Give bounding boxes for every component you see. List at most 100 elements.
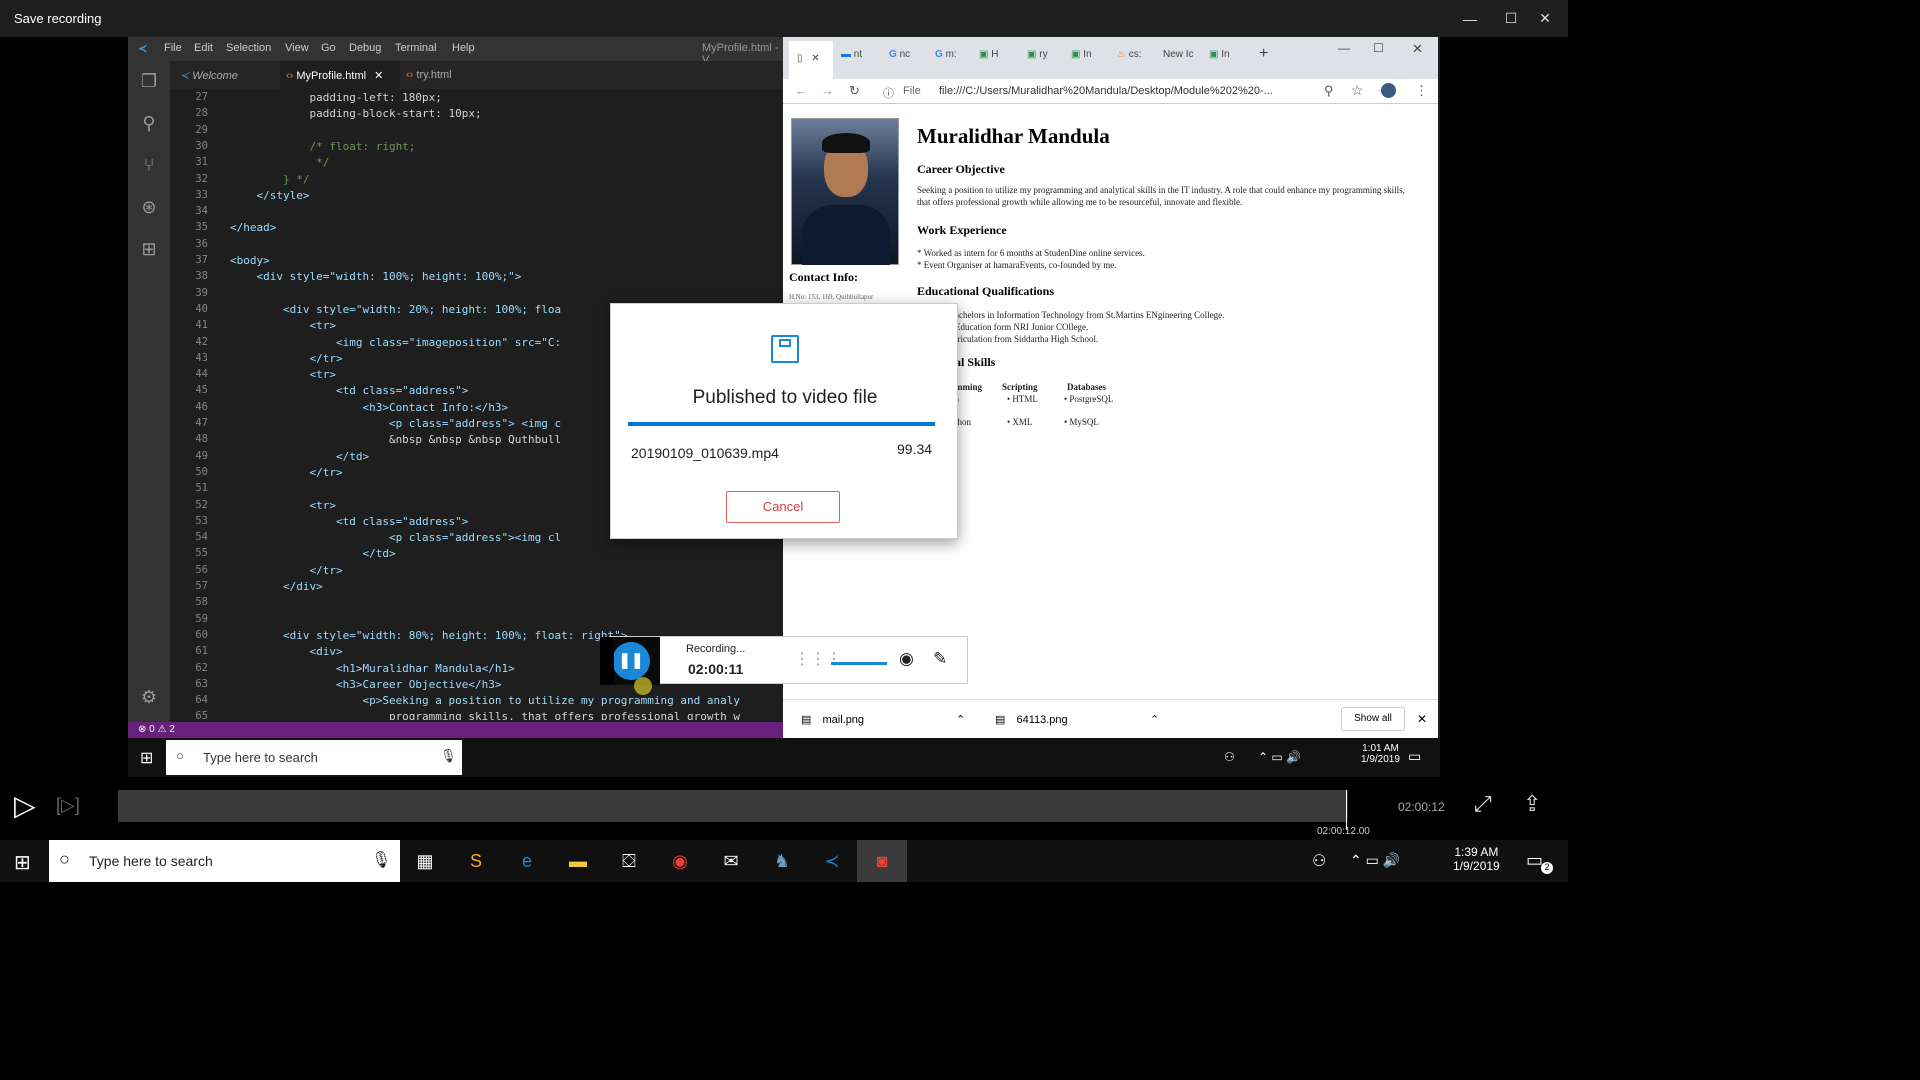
tab-active[interactable]: ▯ ✕ [789, 41, 833, 79]
code-line[interactable]: <tr> [230, 319, 336, 332]
chevron-up-icon[interactable]: ⌃ [1150, 713, 1159, 726]
windows-start-icon[interactable]: ⊞ [14, 850, 31, 875]
search-icon[interactable]: ⚲ [137, 113, 161, 137]
chrome-tab-1[interactable]: ▬ nt [841, 49, 862, 69]
sublime-icon[interactable]: S [451, 840, 501, 882]
code-line[interactable]: <p class="address"> <img c [230, 417, 561, 430]
taskbar-search[interactable]: ○ Type here to search 🎙 [49, 840, 400, 882]
code-line[interactable]: <div style="width: 20%; height: 100%; fl… [230, 303, 561, 316]
tab-myprofile[interactable]: ‹› MyProfile.html ✕ [280, 61, 400, 89]
chrome-tab-8[interactable]: New Ic [1163, 49, 1194, 69]
chrome-tab-6[interactable]: ▣ In [1071, 49, 1092, 69]
cancel-button[interactable]: Cancel [726, 491, 840, 523]
microphone-icon[interactable]: 🎙 [371, 850, 391, 870]
forward-icon[interactable]: → [821, 83, 834, 98]
people-icon[interactable]: ⚇ [1312, 851, 1326, 871]
vscode-icon[interactable]: ≺ [807, 840, 857, 882]
menu-go[interactable]: Go [321, 42, 336, 54]
close-button[interactable]: ✕ [1522, 0, 1568, 37]
chrome-tab-3[interactable]: G m: [935, 49, 957, 69]
code-line[interactable]: <tr> [230, 368, 336, 381]
microphone-icon[interactable]: 🎙 [440, 748, 457, 764]
chevron-up-icon[interactable]: ⌃ [956, 713, 965, 726]
code-line[interactable]: <h3>Career Objective</h3> [230, 678, 502, 691]
taskbar-search[interactable]: ○ Type here to search 🎙 [166, 740, 462, 775]
menu-edit[interactable]: Edit [194, 42, 213, 54]
next-frame-icon[interactable]: [▷] [56, 795, 80, 816]
file-explorer-icon[interactable]: ▬ [553, 840, 603, 882]
menu-help[interactable]: Help [452, 42, 475, 54]
mail-icon[interactable]: ✉ [706, 840, 756, 882]
code-line[interactable]: <div style="width: 100%; height: 100%;"> [230, 270, 521, 283]
code-line[interactable]: /* float: right; [230, 140, 415, 153]
explorer-icon[interactable]: ❐ [137, 71, 161, 95]
clock[interactable]: 1:39 AM 1/9/2019 [1453, 845, 1500, 873]
code-line[interactable]: <tr> [230, 499, 336, 512]
code-line[interactable]: padding-block-start: 10px; [230, 107, 481, 120]
close-icon[interactable]: ✕ [374, 70, 383, 82]
menu-debug[interactable]: Debug [349, 42, 381, 54]
code-line[interactable]: </td> [230, 547, 395, 560]
tray-icons[interactable]: ⌃ ▭ 🔊 [1350, 852, 1400, 869]
code-line[interactable]: <div style="width: 80%; height: 100%; fl… [230, 629, 627, 642]
code-line[interactable]: <h3>Contact Info:</h3> [230, 401, 508, 414]
maximize-button[interactable]: ☐ [1373, 41, 1384, 61]
debug-icon[interactable]: ⊛ [137, 197, 161, 221]
code-line[interactable]: <body> [230, 254, 270, 267]
task-view-icon[interactable]: ▦ [400, 840, 450, 882]
extensions-icon[interactable]: ⊞ [137, 239, 161, 263]
new-tab-button[interactable]: + [1259, 45, 1268, 65]
avatar[interactable] [1381, 83, 1396, 98]
code-line[interactable]: <div> [230, 645, 342, 658]
chrome-tab-7[interactable]: ♨ cs: [1117, 49, 1142, 69]
code-line[interactable]: </td> [230, 450, 369, 463]
code-line[interactable]: */ [230, 156, 329, 169]
code-line[interactable]: <p class="address"><img cl [230, 531, 561, 544]
menu-selection[interactable]: Selection [226, 42, 271, 54]
chrome-tab-5[interactable]: ▣ ry [1027, 49, 1048, 69]
screen-recorder-icon[interactable]: ◙ [857, 840, 907, 882]
show-all-button[interactable]: Show all [1341, 707, 1405, 731]
fullscreen-icon[interactable]: ⤢ [1474, 791, 1492, 817]
close-icon[interactable]: ✕ [1417, 712, 1427, 726]
menu-file[interactable]: File [164, 42, 182, 54]
code-line[interactable]: </tr> [230, 466, 342, 479]
code-line[interactable]: <h1>Muralidhar Mandula</h1> [230, 662, 515, 675]
play-icon[interactable]: ▷ [14, 789, 36, 822]
chrome-tab-2[interactable]: G nc [889, 49, 910, 69]
notification-icon[interactable]: ▭ [1408, 748, 1421, 765]
star-icon[interactable]: ☆ [1351, 82, 1364, 99]
back-icon[interactable]: ← [795, 83, 808, 98]
chrome-tab-4[interactable]: ▣ H [979, 49, 998, 69]
address-bar[interactable]: file:///C:/Users/Muralidhar%20Mandula/De… [933, 81, 1373, 102]
code-line[interactable]: <img class="imageposition" src="C: [230, 336, 561, 349]
source-control-icon[interactable]: ⑂ [137, 155, 161, 179]
pen-icon[interactable]: ✎ [933, 649, 947, 669]
code-line[interactable]: <p>Seeking a position to utilize my prog… [230, 694, 740, 707]
code-line[interactable]: </div> [230, 580, 323, 593]
scrub-bar[interactable] [118, 790, 1348, 822]
gear-icon[interactable]: ⚙ [137, 687, 161, 711]
tray-icons[interactable]: ⌃ ▭ 🔊 [1258, 750, 1301, 764]
tab-welcome[interactable]: ≺ Welcome [180, 61, 280, 89]
close-button[interactable]: ✕ [1412, 41, 1423, 61]
people-icon[interactable]: ⚇ [1224, 750, 1235, 764]
edge-icon[interactable]: e [502, 840, 552, 882]
code-line[interactable]: </tr> [230, 352, 342, 365]
code-line[interactable]: &nbsp &nbsp &nbsp Quthbull [230, 433, 561, 446]
chrome-icon[interactable]: ◉ [655, 840, 705, 882]
problems-count[interactable]: ⊗ 0 ⚠ 2 [138, 724, 175, 735]
info-icon[interactable]: ⓘ [883, 85, 894, 101]
code-line[interactable]: </head> [230, 221, 276, 234]
download-item[interactable]: ▤ mail.png ⌃ [801, 713, 971, 726]
minimize-button[interactable]: — [1338, 41, 1350, 61]
download-item[interactable]: ▤ 64113.png ⌃ [995, 713, 1165, 726]
reload-icon[interactable]: ↻ [849, 83, 860, 99]
menu-icon[interactable]: ⋮ [1415, 83, 1428, 99]
close-icon[interactable]: ✕ [811, 53, 819, 64]
menu-terminal[interactable]: Terminal [395, 42, 437, 54]
playhead[interactable] [1346, 790, 1347, 830]
code-line[interactable]: <td class="address"> [230, 515, 468, 528]
grip-icon[interactable]: ⋮⋮⋮ [794, 649, 842, 669]
store-icon[interactable]: ⛋ [604, 840, 654, 882]
